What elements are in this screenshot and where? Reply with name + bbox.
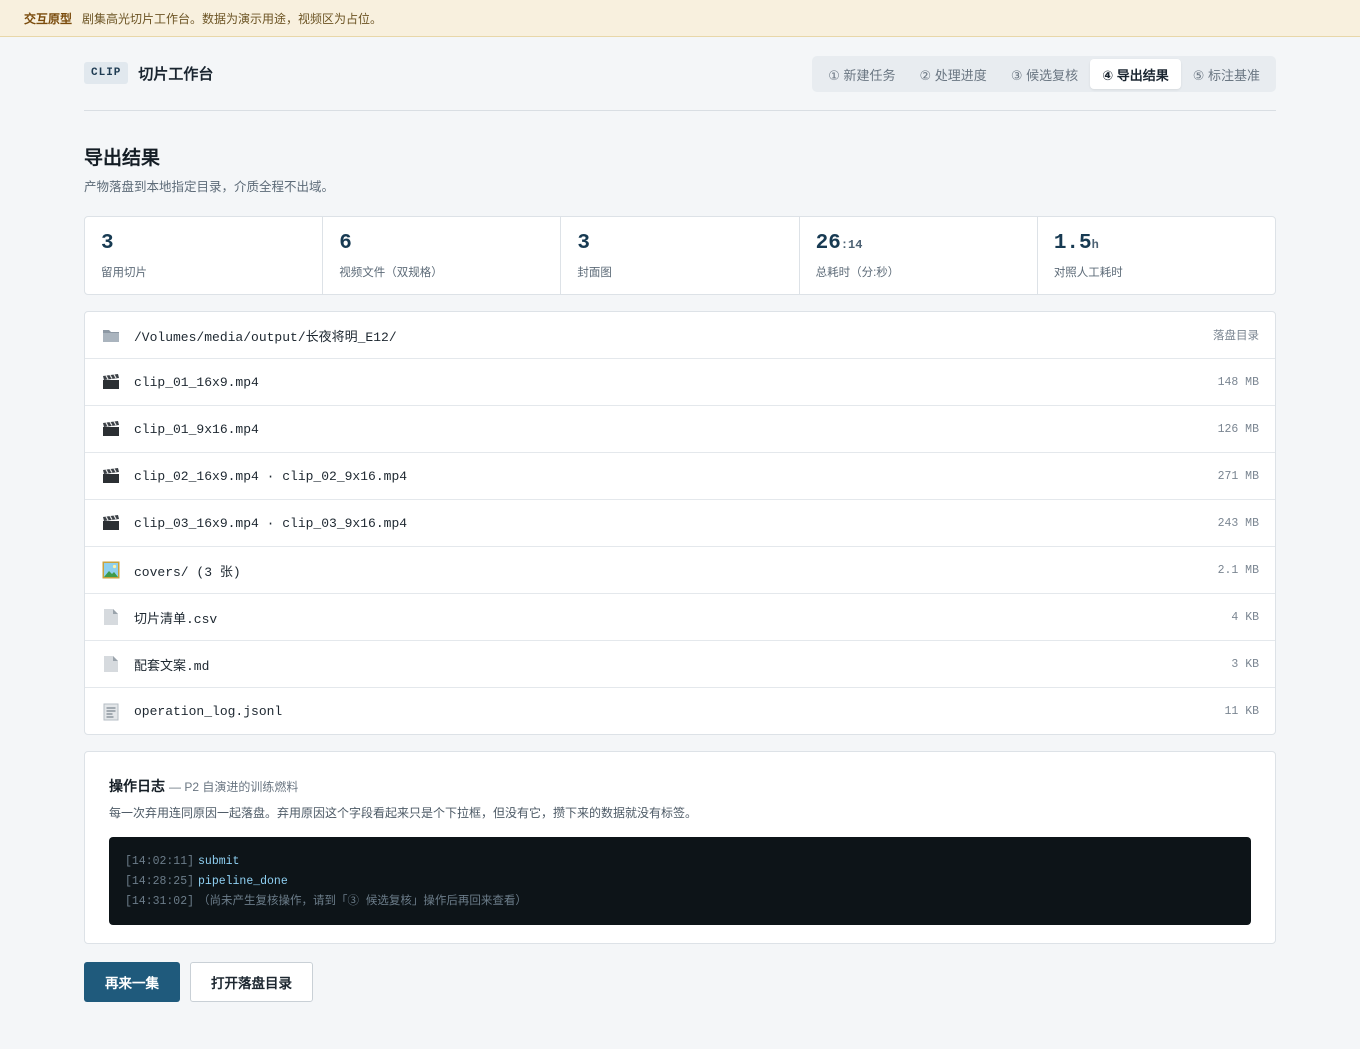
file-size: 3 KB [1231,657,1259,671]
step-tabs: ① 新建任务 ② 处理进度 ③ 候选复核 ④ 导出结果 ⑤ 标注基准 [812,56,1276,92]
stat-value: 26 [815,232,841,255]
log-description: 每一次弃用连同原因一起落盘。弃用原因这个字段看起来只是个下拉框，但没有它，攒下来… [109,806,698,820]
output-file-list: /Volumes/media/output/长夜将明_E12/ 落盘目录 cli… [84,311,1276,735]
clapper-icon [101,466,121,486]
app-title: 切片工作台 [138,65,214,83]
file-row[interactable]: 配套文案.md 3 KB [85,641,1275,688]
page-title: 导出结果 [84,148,161,169]
tab-review[interactable]: ③ 候选复核 [999,59,1090,89]
stat-manual-time: 1.5h 对照人工耗时 [1038,217,1275,294]
log-timestamp: [14:02:11] [125,855,195,868]
log-subtitle: — P2 自演进的训练燃料 [169,780,299,794]
file-name: operation_log.jsonl [134,704,283,719]
tab-new-task[interactable]: ① 新建任务 [816,59,907,89]
operation-log-panel: 操作日志 — P2 自演进的训练燃料 每一次弃用连同原因一起落盘。弃用原因这个字… [84,751,1276,944]
log-entry: [14:02:11] submit [125,852,1235,872]
stat-video-files: 6 视频文件（双规格） [323,217,562,294]
stat-label: 对照人工耗时 [1053,267,1123,279]
log-entry: [14:31:02] （尚未产生复核操作，请到「③ 候选复核」操作后再回来查看） [125,892,1235,912]
file-row[interactable]: operation_log.jsonl 11 KB [85,688,1275,735]
document-icon [101,654,121,674]
file-size: 126 MB [1217,422,1259,436]
log-entry: [14:28:25] pipeline_done [125,872,1235,892]
log-file-icon [101,702,121,722]
page-subtitle: 产物落盘到本地指定目录，介质全程不出域。 [84,180,335,194]
file-name: clip_01_16x9.mp4 [134,374,259,390]
file-size: 11 KB [1224,705,1259,718]
file-size: 4 KB [1231,610,1259,624]
file-size: 243 MB [1217,516,1259,530]
stat-value: 1.5 [1053,232,1092,255]
file-name: 切片清单.csv [134,611,218,627]
stat-label: 封面图 [577,267,612,279]
log-terminal: [14:02:11] submit [14:28:25] pipeline_done… [109,837,1251,925]
clapper-icon [101,513,121,533]
stat-label: 总耗时（分:秒） [815,267,900,279]
document-icon [101,607,121,627]
image-icon [101,560,121,580]
stats-panel: 3 留用切片 6 视频文件（双规格） 3 封面图 26:14 总耗时（分:秒） … [84,216,1276,295]
file-name: 配套文案.md [134,658,210,674]
log-event: submit [198,855,240,868]
file-meta: 落盘目录 [1213,330,1259,342]
tab-benchmark[interactable]: ⑤ 标注基准 [1181,59,1272,89]
log-title: 操作日志 [109,778,165,794]
log-event: pipeline_done [198,875,288,888]
brand: CLIP 切片工作台 [84,62,213,84]
stat-total-time: 26:14 总耗时（分:秒） [800,217,1038,294]
file-size: 2.1 MB [1217,563,1259,577]
file-row[interactable]: clip_01_9x16.mp4 126 MB [85,406,1275,453]
file-row[interactable]: clip_02_16x9.mp4 · clip_02_9x16.mp4 271 … [85,453,1275,500]
file-row-output-dir[interactable]: /Volumes/media/output/长夜将明_E12/ 落盘目录 [85,312,1275,359]
stat-value: 6 [339,232,352,255]
file-row[interactable]: clip_03_16x9.mp4 · clip_03_9x16.mp4 243 … [85,500,1275,547]
stat-value: 3 [101,232,114,255]
stat-label: 留用切片 [101,267,147,279]
tab-progress[interactable]: ② 处理进度 [908,59,999,89]
brand-badge: CLIP [84,62,129,84]
log-timestamp: [14:28:25] [125,875,195,888]
clapper-icon [101,372,121,392]
stat-covers: 3 封面图 [561,217,800,294]
file-name: /Volumes/media/output/长夜将明_E12/ [134,329,397,345]
file-row[interactable]: 切片清单.csv 4 KB [85,594,1275,641]
stat-kept-clips: 3 留用切片 [85,217,324,294]
log-note: （尚未产生复核操作，请到「③ 候选复核」操作后再回来查看） [198,895,527,908]
file-row[interactable]: clip_01_16x9.mp4 148 MB [85,359,1275,406]
tab-export[interactable]: ④ 导出结果 [1090,59,1181,89]
stat-value: 3 [577,232,591,255]
file-name: covers/ (3 张) [134,564,241,580]
stat-label: 视频文件（双规格） [339,267,443,279]
open-output-dir-button[interactable]: 打开落盘目录 [190,962,313,1002]
clapper-icon [101,419,121,439]
banner-tag: 交互原型 [24,11,73,26]
prototype-banner: 交互原型 剧集高光切片工作台。数据为演示用途，视频区为占位。 [0,0,1360,37]
file-size: 148 MB [1217,375,1259,389]
stat-unit: h [1091,238,1099,252]
folder-icon [101,325,121,345]
file-row[interactable]: covers/ (3 张) 2.1 MB [85,547,1275,594]
new-episode-button[interactable]: 再来一集 [84,962,180,1002]
stat-unit: :14 [840,238,863,252]
file-name: clip_02_16x9.mp4 · clip_02_9x16.mp4 [134,468,408,484]
file-name: clip_03_16x9.mp4 · clip_03_9x16.mp4 [134,515,408,531]
file-size: 271 MB [1217,469,1259,483]
file-name: clip_01_9x16.mp4 [134,421,259,437]
banner-text: 剧集高光切片工作台。数据为演示用途，视频区为占位。 [82,11,383,26]
log-timestamp: [14:31:02] [125,895,195,908]
app-header: CLIP 切片工作台 ① 新建任务 ② 处理进度 ③ 候选复核 ④ 导出结果 ⑤… [84,54,1276,111]
